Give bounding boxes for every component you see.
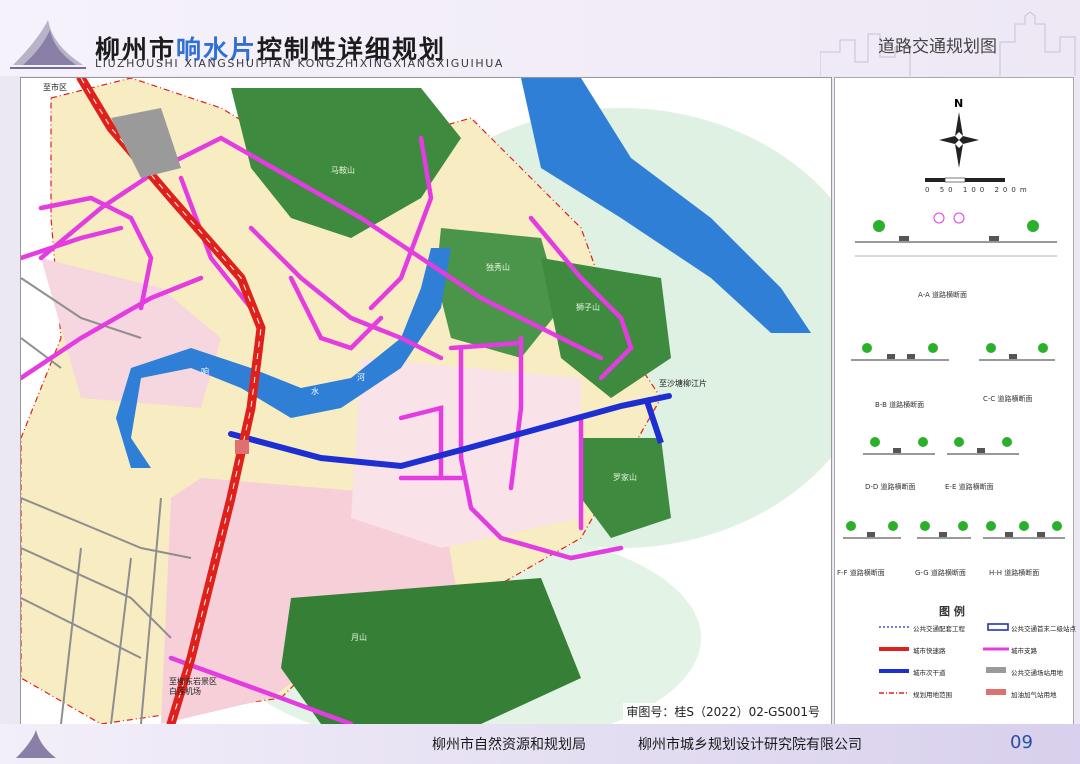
legend-item-6: 规划用地范围: [913, 691, 952, 699]
commercial-zone-3: [351, 358, 581, 548]
label-district: 至市区: [43, 82, 67, 92]
footer-logo-icon: [16, 730, 56, 758]
section-a-a-label: A-A 道路横断面: [918, 291, 968, 299]
footer-org-2: 柳州市城乡规划设计研究院有限公司: [638, 737, 862, 753]
legend-swatch-4: [879, 669, 909, 673]
north-label: N: [954, 97, 964, 110]
map-canvas[interactable]: 至市区 马鞍山 独秀山 狮子山 罗家山 月山 响 水 河 至沙塘柳江片 至柳东岩…: [21, 78, 831, 724]
legend-item-7: 加油加气站用地: [1011, 691, 1057, 699]
page-number: 09: [1010, 732, 1033, 753]
north-arrow-icon: [939, 112, 979, 168]
section-c-c: [979, 343, 1055, 361]
legend-item-3: 城市支路: [1011, 647, 1037, 655]
label-hill-2: 独秀山: [486, 262, 510, 272]
section-b-b-label: B-B 道路横断面: [875, 401, 925, 409]
legend-item-2: 城市快速路: [913, 647, 946, 655]
label-hill-5: 月山: [351, 632, 367, 642]
section-h-h-label: H-H 道路横断面: [989, 569, 1040, 577]
section-f-f-label: F-F 道路横断面: [837, 569, 885, 577]
label-river-2: 水: [311, 386, 319, 396]
section-f-f: [843, 521, 901, 539]
label-hill-3: 狮子山: [576, 302, 600, 312]
city-logo-icon: [10, 20, 86, 69]
map-panel[interactable]: 至市区 马鞍山 独秀山 狮子山 罗家山 月山 响 水 河 至沙塘柳江片 至柳东岩…: [20, 77, 832, 725]
legend-panel: N 0 50 100 200m A-A 道路横断面 B-B 道路横断面 C-C …: [834, 77, 1076, 725]
section-g-g: [917, 521, 971, 539]
header: 柳州市响水片控制性详细规划 LIUZHOUSHI XIANGSHUIPIAN K…: [0, 0, 1080, 76]
footer-org-1: 柳州市自然资源和规划局: [432, 737, 586, 753]
legend-swatch-6: [879, 692, 909, 694]
section-e-e-label: E-E 道路横断面: [945, 483, 994, 491]
legend-swatch-0: [879, 626, 909, 628]
label-hill-1: 马鞍山: [331, 165, 355, 175]
label-hill-4: 罗家山: [613, 472, 637, 482]
legend-swatch-3: [983, 647, 1009, 651]
section-e-e: [947, 437, 1019, 455]
legend-item-5: 公共交通场站用地: [1011, 669, 1063, 677]
label-to-liujiang: 至沙塘柳江片: [659, 378, 707, 388]
section-d-d-label: D-D 道路横断面: [865, 483, 916, 491]
section-h-h: [983, 521, 1065, 539]
gas-station-land: [235, 440, 249, 454]
legend-swatch-5: [986, 667, 1006, 673]
legend-item-0: 公共交通配套工程: [913, 625, 965, 633]
section-d-d: [863, 437, 935, 455]
legend-swatch-2: [879, 647, 909, 651]
legend-swatch-7: [986, 689, 1006, 695]
section-g-g-label: G-G 道路横断面: [915, 569, 966, 577]
scale-labels: 0 50 100 200m: [925, 186, 1031, 194]
legend-item-4: 城市次干道: [913, 669, 946, 677]
label-river-1: 响: [201, 366, 209, 376]
legend-title: 图 例: [939, 605, 965, 618]
section-b-b: [851, 343, 949, 361]
sheet-title: 道路交通规划图: [878, 37, 997, 57]
legend-swatch-1: [987, 623, 1009, 631]
section-a-a: [855, 212, 1057, 257]
footer: 柳州市自然资源和规划局 柳州市城乡规划设计研究院有限公司 09: [0, 724, 1080, 764]
page-subtitle: LIUZHOUSHI XIANGSHUIPIAN KONGZHIXINGXIAN…: [95, 57, 504, 70]
section-c-c-label: C-C 道路横断面: [983, 395, 1033, 403]
label-river-3: 河: [357, 372, 365, 382]
legend-item-1: 公共交通首末二级站点: [1011, 625, 1076, 633]
review-number: 审图号：桂S（2022）02-GS001号: [623, 703, 823, 720]
